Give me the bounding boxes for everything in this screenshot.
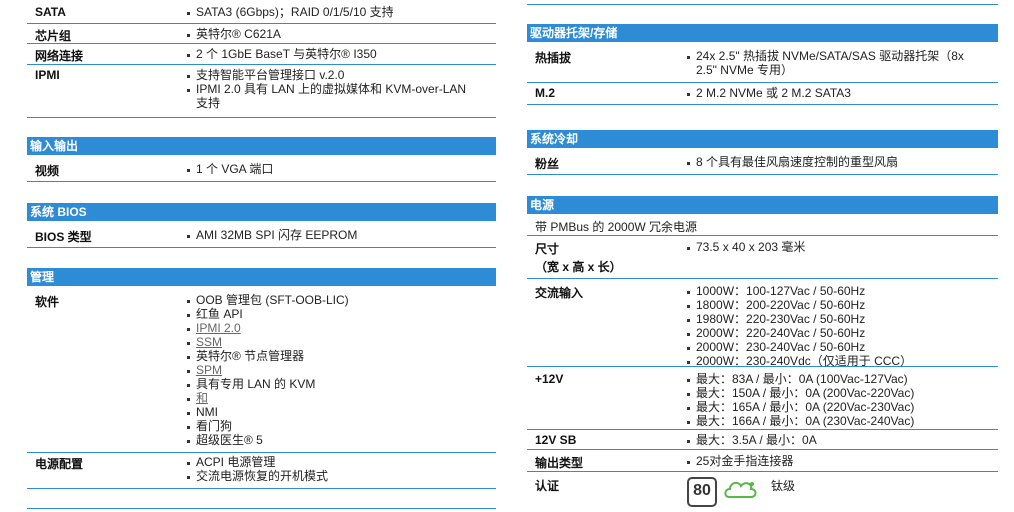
spec-row-network: 网络连接 2 个 1GbE BaseT 与英特尔® I350 xyxy=(27,44,496,65)
software-item[interactable]: SSM xyxy=(185,335,488,349)
spec-key: 交流输入 xyxy=(535,286,584,300)
spec-value: 最大：3.5A / 最小：0A xyxy=(685,433,990,447)
spec-key: 尺寸 （宽 x 高 x 长） xyxy=(535,242,622,274)
spec-key: 网络连接 xyxy=(35,49,84,63)
section-title: 系统冷却 xyxy=(527,130,998,148)
spec-value: 2 个 1GbE BaseT 与英特尔® I350 xyxy=(185,47,488,61)
spec-row-hotswap: 热插拔 24x 2.5" 热插拔 NVMe/SATA/SAS 驱动器托架（8x … xyxy=(527,42,998,83)
power-section: 电源 带 PMBus 的 2000W 冗余电源 尺寸 （宽 x 高 x 长） 73… xyxy=(527,196,998,512)
software-item: NMI xyxy=(185,405,488,419)
spec-value: 支持智能平台管理接口 v.2.0 xyxy=(185,68,488,82)
spec-row-output-type: 输出类型 25对金手指连接器 xyxy=(527,450,998,472)
spec-row-certification: 认证 80 钛级 xyxy=(527,472,998,512)
spec-value: 25对金手指连接器 xyxy=(685,454,990,468)
software-item: 看门狗 xyxy=(185,419,488,433)
ac-input-item: 1000W：100-127Vac / 50-60Hz xyxy=(685,284,990,298)
green-cloud-icon xyxy=(723,477,759,503)
80-plus-logo: 80 xyxy=(687,477,717,507)
software-item[interactable]: 和 xyxy=(185,391,488,405)
management-section: 管理 软件 OOB 管理包 (SFT-OOB-LIC) 红鱼 API IPMI 2.… xyxy=(27,268,496,489)
ac-input-item: 1980W：220-230Vac / 50-60Hz xyxy=(685,312,990,326)
network-section: SATA SATA3 (6Gbps)；RAID 0/1/5/10 支持 芯片组 … xyxy=(27,5,496,118)
spec-value: 交流电源恢复的开机模式 xyxy=(185,469,488,483)
software-item: 具有专用 LAN 的 KVM xyxy=(185,377,488,391)
spec-row-12v: +12V 最大：83A / 最小：0A (100Vac-127Vac) 最大：15… xyxy=(527,367,998,430)
section-title: 管理 xyxy=(27,268,496,286)
spec-row-fans: 粉丝 8 个具有最佳风扇速度控制的重型风扇 xyxy=(527,148,998,175)
spec-key: 认证 xyxy=(535,479,560,493)
bios-section: 系统 BIOS BIOS 类型 AMI 32MB SPI 闪存 EEPROM xyxy=(27,203,496,248)
spec-row-12v-sb: 12V SB 最大：3.5A / 最小：0A xyxy=(527,430,998,450)
v12-item: 最大：165A / 最小：0A (220Vac-230Vac) xyxy=(685,400,990,414)
section-title: 系统 BIOS xyxy=(27,203,496,221)
spec-row-video: 视频 1 个 VGA 端口 xyxy=(27,155,496,182)
spec-value: 8 个具有最佳风扇速度控制的重型风扇 xyxy=(685,155,990,169)
io-section: 输入输出 视频 1 个 VGA 端口 xyxy=(27,137,496,182)
software-item: OOB 管理包 (SFT-OOB-LIC) xyxy=(185,293,488,307)
spec-value: 73.5 x 40 x 203 毫米 xyxy=(685,240,990,254)
software-item: 红鱼 API xyxy=(185,307,488,321)
section-title: 输入输出 xyxy=(27,137,496,155)
ac-input-item: 2000W：230-240Vac / 50-60Hz xyxy=(685,340,990,354)
spec-key: 热插拔 xyxy=(535,51,572,65)
spec-value: SATA3 (6Gbps)；RAID 0/1/5/10 支持 xyxy=(185,5,488,19)
v12-item: 最大：150A / 最小：0A (200Vac-220Vac) xyxy=(685,386,990,400)
section-title: 驱动器托架/存储 xyxy=(527,24,998,42)
spec-row-chipset: 芯片组 英特尔® C621A xyxy=(27,24,496,44)
spec-key: IPMI xyxy=(35,68,60,82)
v12-item: 最大：166A / 最小：0A (230Vac-240Vac) xyxy=(685,414,990,428)
spec-row-m2: M.2 2 M.2 NVMe 或 2 M.2 SATA3 xyxy=(527,83,998,105)
software-item[interactable]: IPMI 2.0 xyxy=(185,321,488,335)
software-list: OOB 管理包 (SFT-OOB-LIC) 红鱼 API IPMI 2.0 SSM 英特… xyxy=(185,293,488,447)
spec-value: 1 个 VGA 端口 xyxy=(185,162,488,176)
spec-row-sata: SATA SATA3 (6Gbps)；RAID 0/1/5/10 支持 xyxy=(27,5,496,24)
spec-value: 英特尔® C621A xyxy=(185,27,488,41)
spec-key: M.2 xyxy=(535,86,556,100)
cooling-section: 系统冷却 粉丝 8 个具有最佳风扇速度控制的重型风扇 xyxy=(527,130,998,175)
certification-level: 钛级 xyxy=(771,479,796,493)
ac-input-list: 1000W：100-127Vac / 50-60Hz 1800W：200-220V… xyxy=(685,284,990,368)
software-item: 超级医生® 5 xyxy=(185,433,488,447)
spec-key: SATA xyxy=(35,5,66,19)
software-item[interactable]: SPM xyxy=(185,363,488,377)
spec-value: AMI 32MB SPI 闪存 EEPROM xyxy=(185,228,488,242)
spec-key: BIOS 类型 xyxy=(35,230,92,244)
spec-row-power-config: 电源配置 ACPI 电源管理 交流电源恢复的开机模式 xyxy=(27,453,496,489)
storage-section: 驱动器托架/存储 热插拔 24x 2.5" 热插拔 NVMe/SATA/SAS … xyxy=(527,24,998,105)
spec-row-software: 软件 OOB 管理包 (SFT-OOB-LIC) 红鱼 API IPMI 2.0 SS… xyxy=(27,286,496,453)
v12-list: 最大：83A / 最小：0A (100Vac-127Vac) 最大：150A / … xyxy=(685,372,990,428)
spec-key: 电源配置 xyxy=(35,457,84,471)
spec-key: 视频 xyxy=(35,164,60,178)
spec-row-size: 尺寸 （宽 x 高 x 长） 73.5 x 40 x 203 毫米 xyxy=(527,236,998,279)
spec-key: 粉丝 xyxy=(535,157,560,171)
spec-row-ipmi: IPMI 支持智能平台管理接口 v.2.0 IPMI 2.0 具有 LAN 上的… xyxy=(27,65,496,118)
spec-value: 24x 2.5" 热插拔 NVMe/SATA/SAS 驱动器托架（8x 2.5"… xyxy=(685,49,978,77)
ac-input-item: 1800W：200-220Vac / 50-60Hz xyxy=(685,298,990,312)
spec-key: 12V SB xyxy=(535,433,577,447)
section-title: 电源 xyxy=(527,196,998,214)
v12-item: 最大：83A / 最小：0A (100Vac-127Vac) xyxy=(685,372,990,386)
power-note: 带 PMBus 的 2000W 冗余电源 xyxy=(527,214,998,236)
spec-value: IPMI 2.0 具有 LAN 上的虚拟媒体和 KVM-over-LAN 支持 xyxy=(185,82,488,110)
spec-key: +12V xyxy=(535,372,564,386)
spec-key: 芯片组 xyxy=(35,29,72,43)
ac-input-item: 2000W：220-240Vac / 50-60Hz xyxy=(685,326,990,340)
spec-value: 2 M.2 NVMe 或 2 M.2 SATA3 xyxy=(685,86,990,100)
spec-row-ac-input: 交流输入 1000W：100-127Vac / 50-60Hz 1800W：200… xyxy=(527,279,998,368)
spec-value: ACPI 电源管理 xyxy=(185,455,488,469)
spec-key: 输出类型 xyxy=(535,456,584,470)
divider xyxy=(527,4,998,5)
spec-row-bios-type: BIOS 类型 AMI 32MB SPI 闪存 EEPROM xyxy=(27,221,496,248)
software-item: 英特尔® 节点管理器 xyxy=(185,349,488,363)
spec-key: 软件 xyxy=(35,295,60,309)
ac-input-item: 2000W：230-240Vdc（仅适用于 CCC） xyxy=(685,354,990,368)
